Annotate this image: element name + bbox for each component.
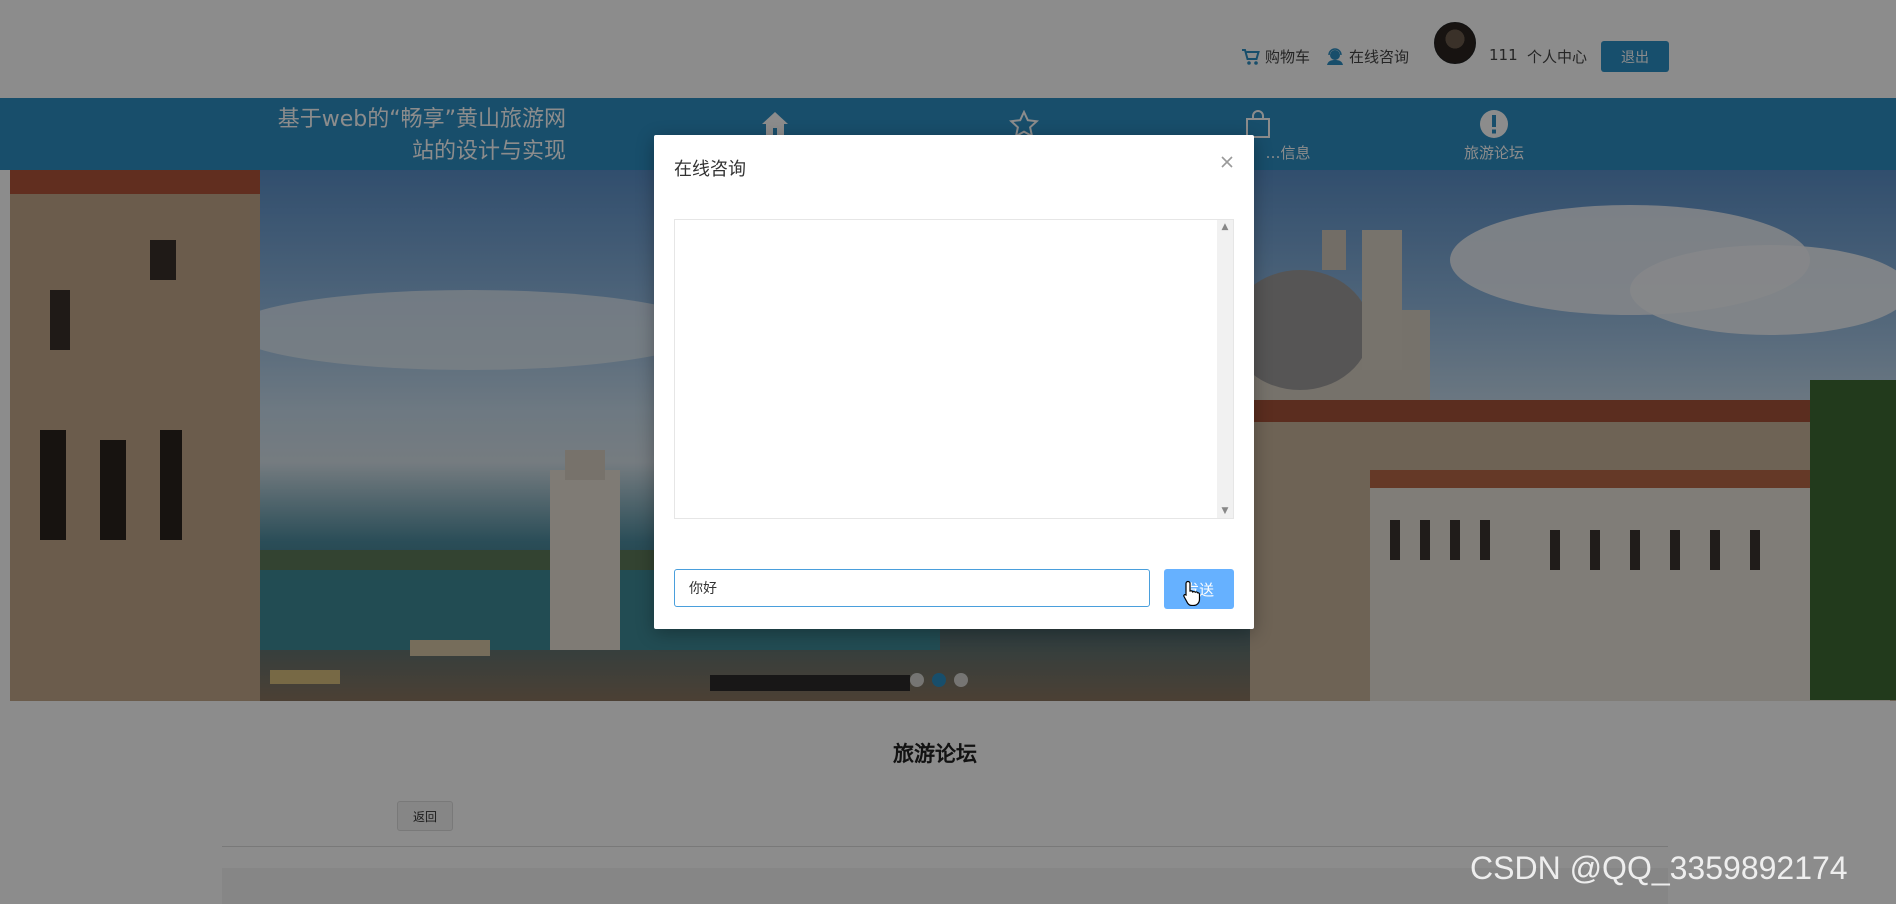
- chat-history[interactable]: ▲ ▼: [674, 219, 1234, 519]
- hand-cursor-icon: [1182, 580, 1202, 610]
- scroll-down-icon[interactable]: ▼: [1217, 506, 1233, 516]
- message-input[interactable]: [674, 569, 1150, 607]
- scroll-up-icon[interactable]: ▲: [1217, 222, 1233, 232]
- watermark: CSDN @QQ_3359892174: [1470, 850, 1848, 886]
- dialog-title: 在线咨询: [674, 159, 746, 180]
- chat-scrollbar[interactable]: ▲ ▼: [1217, 220, 1233, 518]
- close-icon[interactable]: [1216, 151, 1238, 173]
- consult-dialog: 在线咨询 ▲ ▼ 发送: [654, 135, 1254, 629]
